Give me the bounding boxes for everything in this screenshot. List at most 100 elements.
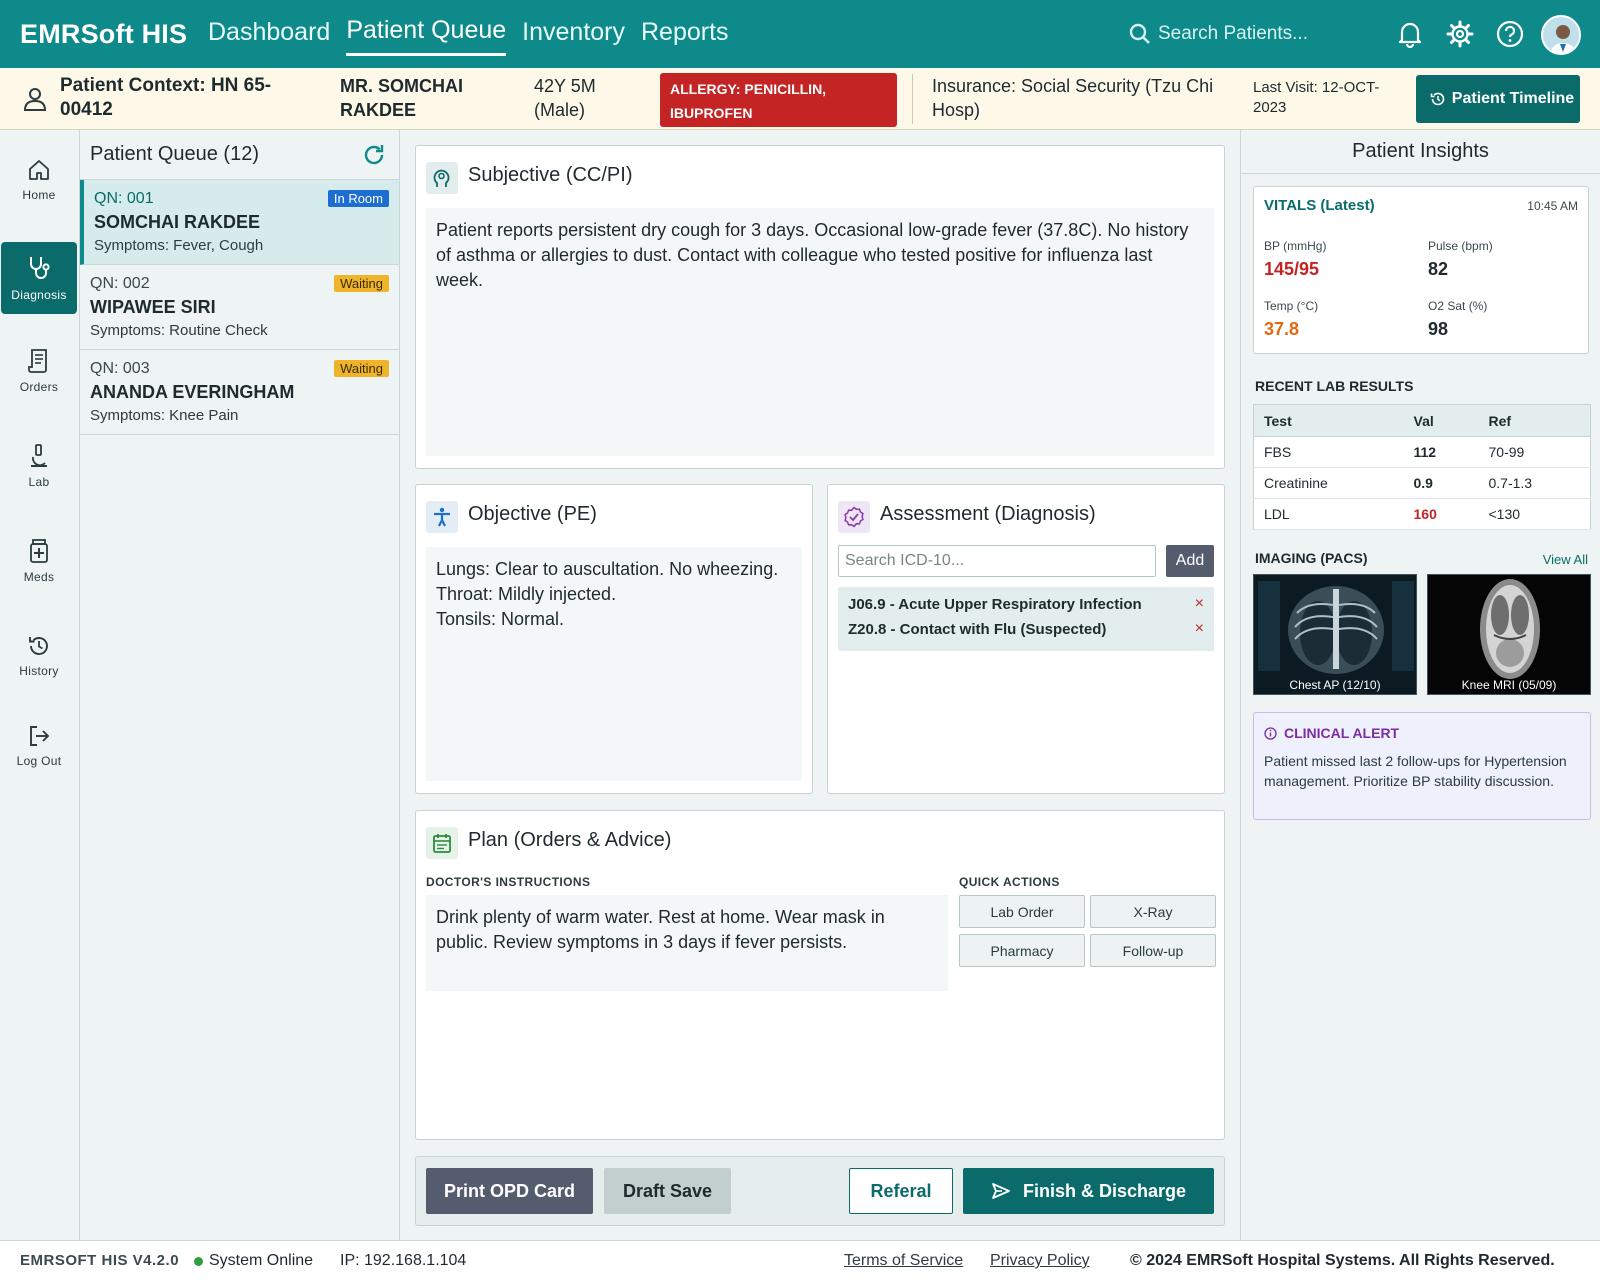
rail-label: Orders bbox=[19, 380, 59, 394]
image-caption: Knee MRI (05/09) bbox=[1461, 678, 1557, 692]
table-row[interactable]: LDL 160 <130 bbox=[1253, 498, 1591, 530]
nav-reports[interactable]: Reports bbox=[641, 18, 729, 55]
logout-icon bbox=[30, 726, 50, 746]
queue-symptoms: Symptoms: Fever, Cough bbox=[94, 237, 264, 254]
status-badge: Waiting bbox=[334, 275, 389, 292]
user-avatar[interactable] bbox=[1541, 15, 1581, 55]
footer: EMRSOFT HIS V4.2.0 System Online IP: 192… bbox=[0, 1240, 1600, 1280]
table-header: Ref bbox=[1478, 404, 1591, 437]
draft-save-button[interactable]: Draft Save bbox=[604, 1168, 731, 1214]
verified-badge-icon bbox=[838, 501, 870, 533]
rail-logout[interactable]: Log Out bbox=[1, 710, 77, 782]
alert-text: Patient missed last 2 follow-ups for Hyp… bbox=[1264, 753, 1567, 789]
assessment-title: Assessment (Diagnosis) bbox=[880, 503, 1096, 525]
follow-up-button[interactable]: Follow-up bbox=[1090, 934, 1216, 967]
finish-discharge-button[interactable]: Finish & Discharge bbox=[963, 1168, 1214, 1214]
head-icon bbox=[426, 162, 458, 194]
icd-search-input[interactable]: Search ICD-10... bbox=[838, 545, 1156, 577]
objective-line: Lungs: Clear to auscultation. No wheezin… bbox=[436, 559, 779, 579]
status-badge: In Room bbox=[327, 190, 389, 207]
plan-card: Plan (Orders & Advice) DOCTOR'S INSTRUCT… bbox=[415, 810, 1225, 1140]
table-header-row: Test Val Ref bbox=[1253, 404, 1591, 437]
copyright: © 2024 EMRSoft Hospital Systems. All Rig… bbox=[1130, 1252, 1555, 1269]
patient-name: MR. SOMCHAI RAKDEE bbox=[340, 76, 463, 120]
nav-dashboard[interactable]: Dashboard bbox=[208, 18, 330, 55]
lab-test: FBS bbox=[1253, 436, 1404, 468]
status-badge: Waiting bbox=[334, 360, 389, 377]
labs-title: RECENT LAB RESULTS bbox=[1255, 378, 1414, 394]
print-opd-card-button[interactable]: Print OPD Card bbox=[426, 1168, 593, 1214]
patient-queue-panel: Patient Queue (12) QN: 001 SOMCHAI RAKDE… bbox=[80, 130, 400, 1240]
instructions-textarea[interactable]: Drink plenty of warm water. Rest at home… bbox=[426, 895, 948, 991]
calendar-icon bbox=[426, 827, 458, 859]
patient-context-bar: Patient Context: HN 65-00412 MR. SOMCHAI… bbox=[0, 68, 1600, 130]
patient-timeline-button[interactable]: Patient Timeline bbox=[1416, 75, 1580, 123]
rail-orders[interactable]: Orders bbox=[1, 335, 77, 407]
pulse-value: 82 bbox=[1428, 259, 1449, 279]
queue-item[interactable]: QN: 003 ANANDA EVERINGHAM Symptoms: Knee… bbox=[80, 350, 399, 435]
bell-icon[interactable] bbox=[1394, 18, 1426, 50]
divider bbox=[912, 74, 913, 124]
rail-lab[interactable]: Lab bbox=[1, 430, 77, 502]
queue-patient-name: ANANDA EVERINGHAM bbox=[90, 382, 295, 402]
nav-patient-queue[interactable]: Patient Queue bbox=[346, 16, 507, 56]
nav-inventory[interactable]: Inventory bbox=[522, 18, 625, 55]
imaging-title: IMAGING (PACS) bbox=[1255, 550, 1368, 566]
objective-line: Tonsils: Normal. bbox=[436, 609, 565, 629]
diagnosis-item: Z20.8 - Contact with Flu (Suspected) bbox=[848, 621, 1107, 638]
table-row[interactable]: Creatinine 0.9 0.7-1.3 bbox=[1253, 467, 1591, 499]
rail-label: Home bbox=[22, 188, 56, 202]
instructions-label: DOCTOR'S INSTRUCTIONS bbox=[426, 875, 591, 889]
last-visit: Last Visit: 12-OCT-2023 bbox=[1253, 79, 1380, 116]
pharmacy-button[interactable]: Pharmacy bbox=[959, 934, 1085, 967]
lab-results-table: Test Val Ref FBS 112 70-99 Creatinine 0.… bbox=[1253, 404, 1591, 530]
add-diagnosis-button[interactable]: Add bbox=[1166, 545, 1214, 577]
privacy-link[interactable]: Privacy Policy bbox=[990, 1252, 1090, 1270]
patient-search[interactable]: Search Patients... bbox=[1128, 14, 1364, 54]
queue-header: Patient Queue (12) bbox=[80, 130, 399, 180]
rail-history[interactable]: History bbox=[1, 620, 77, 692]
online-status-dot bbox=[194, 1257, 203, 1266]
view-all-link[interactable]: View All bbox=[1543, 552, 1588, 567]
table-header: Test bbox=[1253, 404, 1404, 437]
queue-item[interactable]: QN: 002 WIPAWEE SIRI Symptoms: Routine C… bbox=[80, 265, 399, 350]
remove-diagnosis-icon[interactable]: × bbox=[1195, 595, 1204, 613]
vitals-card: VITALS (Latest) 10:45 AM BP (mmHg) 145/9… bbox=[1253, 186, 1589, 354]
chest-xray-thumbnail[interactable]: Chest AP (12/10) bbox=[1253, 574, 1417, 695]
subjective-textarea[interactable]: Patient reports persistent dry cough for… bbox=[426, 208, 1214, 456]
bp-value: 145/95 bbox=[1264, 259, 1320, 279]
allergy-banner: ALLERGY: PENICILLIN, IBUPROFEN bbox=[660, 73, 897, 127]
temp-label: Temp (°C) bbox=[1264, 299, 1319, 313]
brand-logo[interactable]: EMRSoft HIS bbox=[20, 19, 208, 50]
refresh-icon[interactable] bbox=[361, 142, 387, 174]
rail-diagnosis[interactable]: Diagnosis bbox=[1, 242, 77, 314]
patient-insights-panel: Patient Insights VITALS (Latest) 10:45 A… bbox=[1240, 130, 1600, 1240]
search-icon bbox=[1129, 23, 1150, 44]
history-icon bbox=[29, 637, 48, 655]
microscope-icon bbox=[31, 444, 47, 467]
action-bar: Print OPD Card Draft Save Referal Finish… bbox=[415, 1156, 1225, 1226]
x-ray-button[interactable]: X-Ray bbox=[1090, 895, 1216, 928]
referal-button[interactable]: Referal bbox=[849, 1168, 953, 1214]
lab-order-button[interactable]: Lab Order bbox=[959, 895, 1085, 928]
plan-title: Plan (Orders & Advice) bbox=[468, 829, 672, 851]
app-version: EMRSOFT HIS V4.2.0 bbox=[20, 1252, 180, 1269]
rail-home[interactable]: Home bbox=[1, 144, 77, 216]
knee-mri-thumbnail[interactable]: Knee MRI (05/09) bbox=[1427, 574, 1591, 695]
rail-meds[interactable]: Meds bbox=[1, 525, 77, 597]
queue-item[interactable]: QN: 001 SOMCHAI RAKDEE Symptoms: Fever, … bbox=[80, 180, 399, 265]
patient-timeline-label: Patient Timeline bbox=[1451, 90, 1575, 107]
terms-link[interactable]: Terms of Service bbox=[844, 1252, 963, 1270]
queue-symptoms: Symptoms: Routine Check bbox=[90, 322, 268, 339]
objective-textarea[interactable]: Lungs: Clear to auscultation. No wheezin… bbox=[426, 547, 802, 781]
objective-card: Objective (PE) Lungs: Clear to auscultat… bbox=[415, 484, 813, 794]
search-input[interactable]: Search Patients... bbox=[1158, 23, 1308, 45]
rail-label: History bbox=[19, 664, 59, 678]
help-icon[interactable] bbox=[1494, 18, 1526, 50]
gear-icon[interactable] bbox=[1444, 18, 1476, 50]
table-header: Val bbox=[1403, 404, 1479, 437]
main-nav: Dashboard Patient Queue Inventory Report… bbox=[208, 0, 745, 68]
table-row[interactable]: FBS 112 70-99 bbox=[1253, 436, 1591, 468]
remove-diagnosis-icon[interactable]: × bbox=[1195, 620, 1204, 638]
mri-image bbox=[1428, 575, 1590, 694]
